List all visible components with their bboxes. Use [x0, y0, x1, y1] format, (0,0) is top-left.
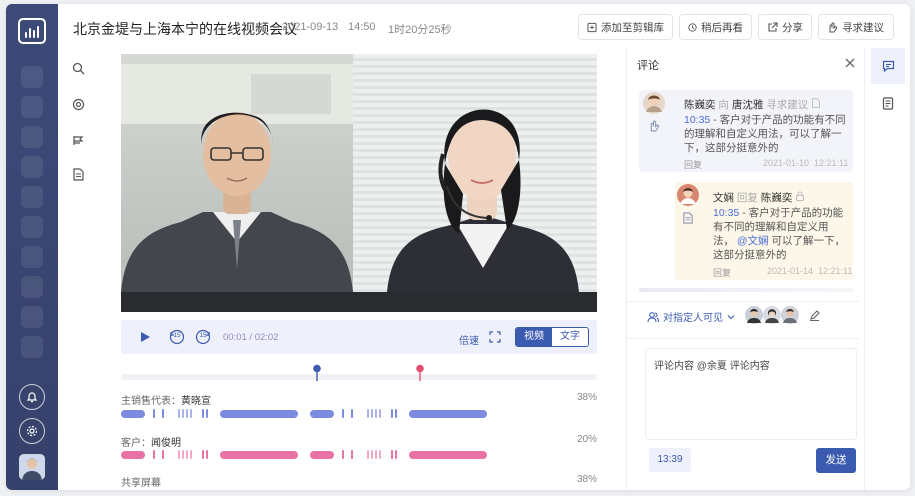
nav-rail — [6, 4, 58, 490]
nav-item-8[interactable] — [21, 276, 43, 298]
right-sidebar — [864, 48, 910, 490]
video-player[interactable] — [121, 54, 597, 312]
player-controls: 15 15 00:01 / 02:02 倍速 视频 文字 — [121, 320, 597, 354]
speaker-row-label: 主销售代表：黄晓宣 — [121, 396, 211, 407]
timestamp-chip[interactable]: 13:39 — [649, 448, 691, 472]
meeting-date: 2021-09-13 — [282, 21, 339, 33]
mention-link[interactable]: @文娴 — [737, 235, 769, 247]
close-icon[interactable] — [845, 58, 855, 68]
visibility-selector[interactable]: 对指定人可见 — [647, 309, 735, 324]
reply-link[interactable]: 回复 — [684, 158, 702, 171]
comment-body: 10:35 - 客户对于产品的功能有不同的理解和自定义用法，可以了解一下，这部分… — [684, 114, 846, 154]
forward-15-button[interactable]: 15 — [195, 329, 211, 345]
nav-item-1[interactable] — [21, 66, 43, 88]
nav-item-5[interactable] — [21, 186, 43, 208]
comment-header: 陈巍奕 向 唐沈雅 寻求建议 — [684, 97, 821, 112]
edit-icon[interactable] — [809, 310, 820, 321]
search-icon[interactable] — [70, 60, 86, 76]
comment-author[interactable]: 陈巍奕 — [684, 99, 716, 111]
nav-item-2[interactable] — [21, 96, 43, 118]
comments-panel: 评论 陈巍奕 向 唐沈雅 寻求建议 10:35 - 客户对于产品的功能有不同的理… — [626, 48, 859, 490]
comment-author[interactable]: 文娴 — [713, 192, 734, 204]
notes-tab[interactable] — [871, 86, 905, 120]
bell-icon[interactable] — [19, 384, 45, 410]
speaker-row-label: 共享屏幕 — [121, 478, 161, 489]
meeting-time: 14:50 — [348, 21, 376, 33]
avatar[interactable] — [763, 306, 781, 324]
hand-icon — [829, 22, 838, 32]
settings-icon[interactable] — [19, 418, 45, 444]
share-button[interactable]: 分享 — [758, 14, 812, 40]
speaker-row-label: 客户：闻俊明 — [121, 438, 181, 449]
tool-column — [58, 48, 98, 490]
speaker-percent: 38% — [577, 474, 598, 485]
avatar — [643, 92, 665, 114]
seek-advice-button[interactable]: 寻求建议 — [818, 14, 894, 40]
clock-icon — [688, 22, 697, 32]
participant-video-right — [353, 54, 597, 292]
share-icon — [768, 21, 778, 32]
timeline-marker-pink[interactable] — [415, 364, 425, 382]
hand-icon — [650, 120, 660, 132]
app-window: 北京金堤与上海本宁的在线视频会议 2021-09-13 14:50 1时20分2… — [6, 4, 910, 490]
comment-timeline[interactable] — [121, 374, 597, 380]
outline-icon[interactable] — [70, 132, 86, 148]
fullscreen-icon[interactable] — [489, 331, 501, 343]
nav-item-9[interactable] — [21, 306, 43, 328]
watch-later-button[interactable]: 稍后再看 — [679, 14, 752, 40]
add-to-clip-button[interactable]: 添加至剪辑库 — [578, 14, 673, 40]
clip-icon — [587, 22, 597, 32]
nav-item-7[interactable] — [21, 246, 43, 268]
lock-icon — [796, 191, 805, 201]
comments-title: 评论 — [637, 60, 659, 72]
timeline-marker-blue[interactable] — [312, 364, 322, 382]
speed-button[interactable]: 倍速 — [459, 332, 479, 347]
rewind-15-button[interactable]: 15 — [169, 329, 185, 345]
app-logo-icon[interactable] — [18, 18, 46, 44]
comment-target[interactable]: 唐沈雅 — [732, 99, 764, 111]
user-avatar[interactable] — [19, 454, 45, 480]
nav-item-10[interactable] — [21, 336, 43, 358]
report-icon[interactable] — [70, 166, 86, 182]
send-button[interactable]: 发送 — [816, 448, 856, 473]
nav-item-3[interactable] — [21, 126, 43, 148]
comment-timestamp-link[interactable]: 10:35 — [713, 207, 739, 219]
play-icon[interactable] — [139, 331, 151, 343]
comment-input[interactable]: 评论内容 @余夏 评论内容 — [645, 348, 857, 440]
users-icon — [647, 311, 659, 322]
comments-scroll-fade — [639, 288, 853, 292]
video-text-toggle: 视频 文字 — [515, 327, 589, 347]
page-header: 北京金堤与上海本宁的在线视频会议 2021-09-13 14:50 1时20分2… — [58, 4, 910, 48]
notes-icon — [882, 96, 894, 110]
playback-time: 00:01 / 02:02 — [223, 332, 279, 343]
comments-tab[interactable] — [871, 48, 905, 84]
meeting-duration: 1时20分25秒 — [388, 24, 452, 36]
nav-item-4[interactable] — [21, 156, 43, 178]
document-icon — [812, 98, 821, 108]
speaker-percent: 38% — [577, 392, 598, 403]
tab-text[interactable]: 文字 — [552, 328, 588, 346]
meeting-title: 北京金堤与上海本宁的在线视频会议 — [73, 21, 297, 37]
reply-link[interactable]: 回复 — [713, 266, 731, 279]
avatar[interactable] — [745, 306, 763, 324]
target-icon[interactable] — [70, 96, 86, 112]
comment-datetime: 2021-01-14 12:21:11 — [767, 266, 853, 276]
chevron-down-icon — [727, 314, 735, 319]
tab-video[interactable]: 视频 — [516, 328, 552, 346]
comment-icon — [882, 60, 894, 72]
comment-target[interactable]: 陈巍奕 — [761, 192, 793, 204]
reply-header: 文娴 回复 陈巍奕 — [713, 190, 805, 205]
reply-body: 10:35 - 客户对于产品的功能有不同的理解和自定义用法， @文娴 可以了解一… — [713, 207, 846, 261]
participant-video-left — [121, 54, 353, 292]
comment-datetime: 2021-01-10 12:21:11 — [763, 158, 849, 168]
avatar — [677, 184, 699, 206]
document-icon — [683, 212, 693, 224]
comment-timestamp-link[interactable]: 10:35 — [684, 114, 710, 126]
avatar[interactable] — [781, 306, 799, 324]
speaker-percent: 20% — [577, 434, 598, 445]
nav-item-6[interactable] — [21, 216, 43, 238]
